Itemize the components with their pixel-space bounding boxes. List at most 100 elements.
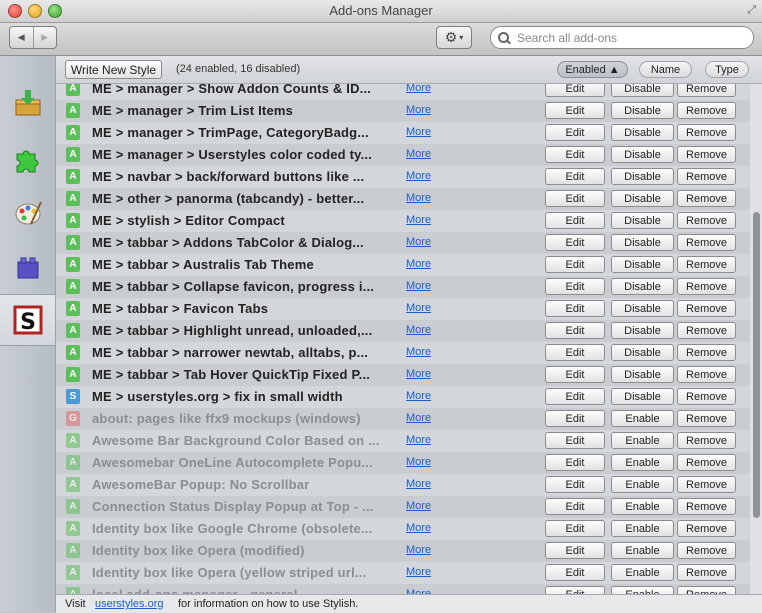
edit-button[interactable]: Edit bbox=[545, 256, 605, 273]
style-row[interactable]: Alocal add-ons manager - generalMoreEdit… bbox=[56, 584, 750, 594]
more-link[interactable]: More bbox=[406, 258, 431, 270]
style-row[interactable]: A ME > tabbar > Favicon Tabs More Edit Disab… bbox=[56, 298, 750, 320]
toggle-enable-button[interactable]: Disable bbox=[611, 146, 674, 163]
category-extensions[interactable] bbox=[0, 134, 55, 184]
more-link[interactable]: More bbox=[406, 126, 431, 138]
remove-button[interactable]: Remove bbox=[677, 366, 736, 383]
remove-button[interactable]: Remove bbox=[677, 124, 736, 141]
toggle-enable-button[interactable]: Enable bbox=[611, 498, 674, 515]
style-row[interactable]: A ME > navbar > back/forward buttons like… bbox=[56, 166, 750, 188]
write-new-style-button[interactable]: Write New Style bbox=[65, 60, 162, 79]
more-link[interactable]: More bbox=[406, 302, 431, 314]
forward-button[interactable]: ▶ bbox=[32, 27, 57, 48]
edit-button[interactable]: Edit bbox=[545, 168, 605, 185]
toggle-enable-button[interactable]: Disable bbox=[611, 278, 674, 295]
more-link[interactable]: More bbox=[406, 280, 431, 292]
edit-button[interactable]: Edit bbox=[545, 234, 605, 251]
edit-button[interactable]: Edit bbox=[545, 388, 605, 405]
more-link[interactable]: More bbox=[406, 104, 431, 116]
style-row[interactable]: A Identity box like Opera (yellow striped… bbox=[56, 562, 750, 584]
edit-button[interactable]: Edit bbox=[545, 454, 605, 471]
remove-button[interactable]: Remove bbox=[677, 542, 736, 559]
tools-menu-button[interactable]: ⚙ ▾ bbox=[436, 26, 472, 49]
more-link[interactable]: More bbox=[406, 412, 431, 424]
edit-button[interactable]: Edit bbox=[545, 124, 605, 141]
remove-button[interactable]: Remove bbox=[677, 168, 736, 185]
toggle-enable-button[interactable]: Disable bbox=[611, 168, 674, 185]
style-row[interactable]: A ME > manager > TrimPage, CategoryBadg..… bbox=[56, 122, 750, 144]
toggle-enable-button[interactable]: Disable bbox=[611, 102, 674, 119]
remove-button[interactable]: Remove bbox=[677, 212, 736, 229]
toggle-enable-button[interactable]: Disable bbox=[611, 388, 674, 405]
more-link[interactable]: More bbox=[406, 566, 431, 578]
category-plugins[interactable] bbox=[0, 242, 55, 292]
sort-enabled-button[interactable]: Enabled ▲ bbox=[557, 61, 628, 78]
style-row[interactable]: A ME > tabbar > Addons TabColor & Dialog.… bbox=[56, 232, 750, 254]
remove-button[interactable]: Remove bbox=[677, 476, 736, 493]
style-row[interactable]: Gabout: pages like ffx9 mockups (windows… bbox=[56, 408, 750, 430]
toggle-enable-button[interactable]: Enable bbox=[611, 586, 674, 594]
more-link[interactable]: More bbox=[406, 390, 431, 402]
more-link[interactable]: More bbox=[406, 170, 431, 182]
toggle-enable-button[interactable]: Disable bbox=[611, 84, 674, 97]
remove-button[interactable]: Remove bbox=[677, 300, 736, 317]
edit-button[interactable]: Edit bbox=[545, 146, 605, 163]
toggle-enable-button[interactable]: Disable bbox=[611, 212, 674, 229]
style-row[interactable]: A Awesomebar OneLine Autocomplete Popu...… bbox=[56, 452, 750, 474]
style-row[interactable]: A ME > manager > Userstyles color coded t… bbox=[56, 144, 750, 166]
toggle-enable-button[interactable]: Enable bbox=[611, 476, 674, 493]
remove-button[interactable]: Remove bbox=[677, 520, 736, 537]
style-row[interactable]: A ME > tabbar > Australis Tab Theme More Ed… bbox=[56, 254, 750, 276]
fullscreen-icon[interactable]: ⤢ bbox=[747, 4, 756, 17]
edit-button[interactable]: Edit bbox=[545, 278, 605, 295]
more-link[interactable]: More bbox=[406, 456, 431, 468]
toggle-enable-button[interactable]: Disable bbox=[611, 300, 674, 317]
style-row[interactable]: A ME > tabbar > Highlight unread, unloade… bbox=[56, 320, 750, 342]
remove-button[interactable]: Remove bbox=[677, 256, 736, 273]
remove-button[interactable]: Remove bbox=[677, 432, 736, 449]
remove-button[interactable]: Remove bbox=[677, 102, 736, 119]
more-link[interactable]: More bbox=[406, 84, 431, 94]
toggle-enable-button[interactable]: Disable bbox=[611, 256, 674, 273]
more-link[interactable]: More bbox=[406, 324, 431, 336]
category-appearance[interactable] bbox=[0, 188, 55, 238]
toggle-enable-button[interactable]: Enable bbox=[611, 542, 674, 559]
toggle-enable-button[interactable]: Enable bbox=[611, 432, 674, 449]
toggle-enable-button[interactable]: Disable bbox=[611, 344, 674, 361]
style-row[interactable]: A AwesomeBar Popup: No Scrollbar More Edit E… bbox=[56, 474, 750, 496]
category-get-addons[interactable] bbox=[0, 78, 55, 128]
remove-button[interactable]: Remove bbox=[677, 234, 736, 251]
edit-button[interactable]: Edit bbox=[545, 542, 605, 559]
style-row[interactable]: A ME > other > panorma (tabcandy) - bette… bbox=[56, 188, 750, 210]
style-row[interactable]: A Connection Status Display Popup at Top … bbox=[56, 496, 750, 518]
toggle-enable-button[interactable]: Disable bbox=[611, 124, 674, 141]
more-link[interactable]: More bbox=[406, 500, 431, 512]
remove-button[interactable]: Remove bbox=[677, 564, 736, 581]
edit-button[interactable]: Edit bbox=[545, 410, 605, 427]
toggle-enable-button[interactable]: Disable bbox=[611, 190, 674, 207]
remove-button[interactable]: Remove bbox=[677, 586, 736, 594]
remove-button[interactable]: Remove bbox=[677, 190, 736, 207]
edit-button[interactable]: Edit bbox=[545, 366, 605, 383]
more-link[interactable]: More bbox=[406, 434, 431, 446]
edit-button[interactable]: Edit bbox=[545, 498, 605, 515]
more-link[interactable]: More bbox=[406, 192, 431, 204]
edit-button[interactable]: Edit bbox=[545, 84, 605, 97]
style-row[interactable]: A ME > manager > Show Addon Counts & ID..… bbox=[56, 84, 750, 100]
toggle-enable-button[interactable]: Enable bbox=[611, 454, 674, 471]
toggle-enable-button[interactable]: Enable bbox=[611, 410, 674, 427]
style-row[interactable]: A Identity box like Google Chrome (obsole… bbox=[56, 518, 750, 540]
edit-button[interactable]: Edit bbox=[545, 564, 605, 581]
edit-button[interactable]: Edit bbox=[545, 190, 605, 207]
remove-button[interactable]: Remove bbox=[677, 410, 736, 427]
toggle-enable-button[interactable]: Disable bbox=[611, 322, 674, 339]
edit-button[interactable]: Edit bbox=[545, 322, 605, 339]
remove-button[interactable]: Remove bbox=[677, 344, 736, 361]
more-link[interactable]: More bbox=[406, 368, 431, 380]
style-row[interactable]: A ME > tabbar > Collapse favicon, progres… bbox=[56, 276, 750, 298]
remove-button[interactable]: Remove bbox=[677, 454, 736, 471]
toggle-enable-button[interactable]: Disable bbox=[611, 234, 674, 251]
edit-button[interactable]: Edit bbox=[545, 102, 605, 119]
more-link[interactable]: More bbox=[406, 478, 431, 490]
more-link[interactable]: More bbox=[406, 214, 431, 226]
